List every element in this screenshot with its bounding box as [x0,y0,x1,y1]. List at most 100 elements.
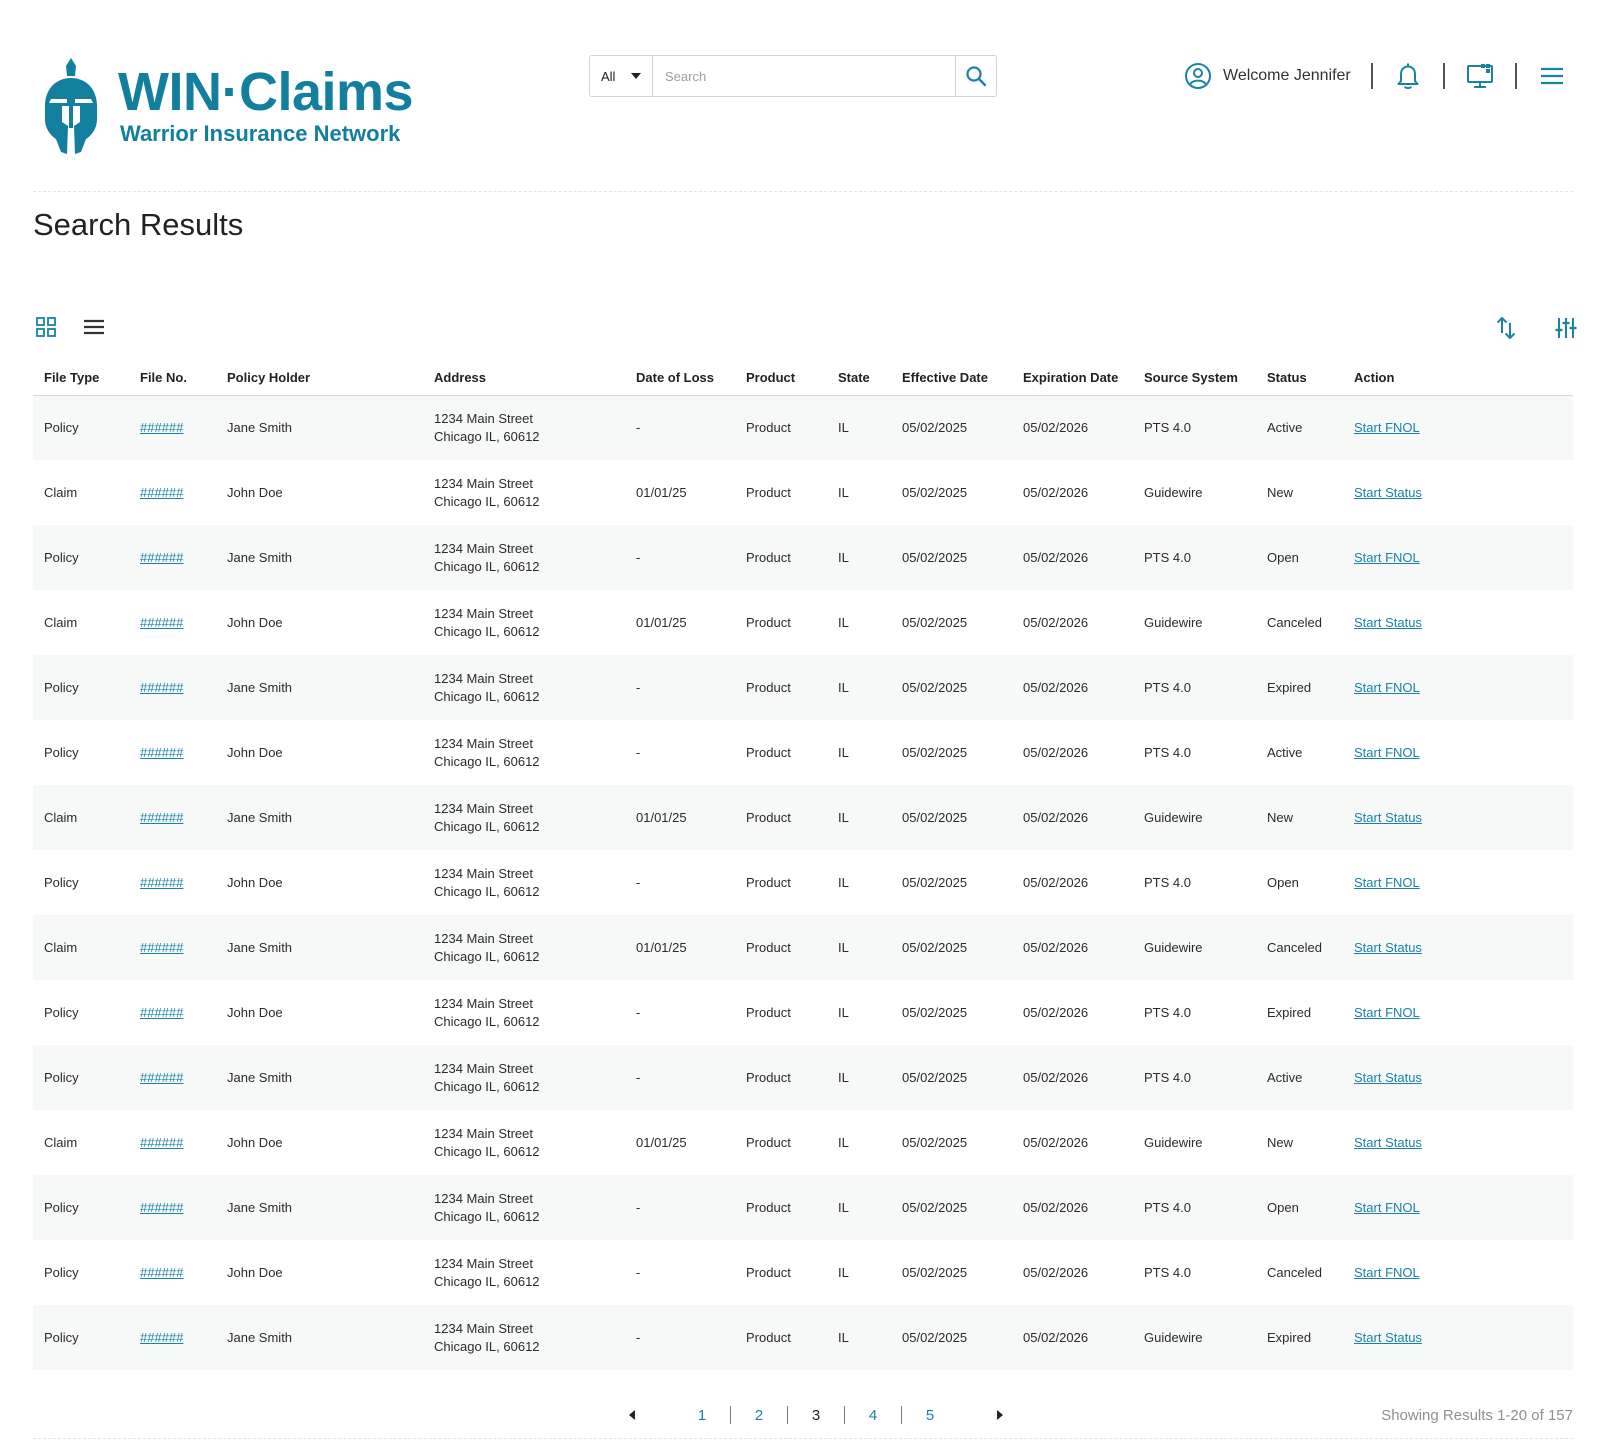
cell-file-no-link[interactable]: ###### [140,1265,183,1280]
cell-expiration-date: 05/02/2026 [1023,1069,1089,1085]
cell-effective-date: 05/02/2025 [902,874,968,890]
page-4-link[interactable]: 4 [861,1407,885,1424]
column-header-product[interactable]: Product [735,360,827,396]
results-table: File Type File No. Policy Holder Address… [33,360,1573,1370]
cell-file-no-link[interactable]: ###### [140,485,183,500]
cell-expiration-date: 05/02/2026 [1023,1134,1089,1150]
cell-policy-holder: Jane Smith [216,655,423,720]
cell-file-no-link[interactable]: ###### [140,1200,183,1215]
page-1-link[interactable]: 1 [690,1407,714,1424]
cell-file-no: ###### [129,980,216,1045]
user-profile-button[interactable] [1183,61,1213,91]
cell-action-link[interactable]: Start Status [1354,485,1422,500]
next-page-button[interactable] [988,1403,1012,1427]
cell-file-no-link[interactable]: ###### [140,550,183,565]
cell-action-link[interactable]: Start Status [1354,940,1422,955]
column-header-source-system[interactable]: Source System [1133,360,1256,396]
cell-action-link[interactable]: Start FNOL [1354,550,1420,565]
brand-subtitle: Warrior Insurance Network [120,121,401,146]
page-5-link[interactable]: 5 [918,1407,942,1424]
search-input[interactable] [653,56,955,96]
cell-product: Product [746,420,791,435]
cell-product: Product [746,874,791,890]
cell-file-no-link[interactable]: ###### [140,1005,183,1020]
cell-product: Product [746,1199,791,1215]
cell-date-of-loss: - [636,1264,641,1280]
header-separator [1442,63,1445,89]
cell-status: Expired [1256,980,1343,1045]
cell-state: IL [827,590,891,655]
cell-state: IL [838,614,849,630]
cell-source-system: PTS 4.0 [1133,395,1256,460]
brand-logo[interactable]: WIN·Claims Warrior Insurance Network [40,56,414,156]
cell-action-link[interactable]: Start FNOL [1354,875,1420,890]
cell-file-no-link[interactable]: ###### [140,1330,183,1345]
column-header-effective-date[interactable]: Effective Date [891,360,1012,396]
brand-text: WIN·Claims Warrior Insurance Network [118,56,414,146]
page-3-link[interactable]: 3 [804,1407,828,1424]
cell-action-link[interactable]: Start FNOL [1354,1005,1420,1020]
cell-action-link[interactable]: Start Status [1354,1135,1422,1150]
cell-product: Product [746,1329,791,1345]
cell-action-link[interactable]: Start FNOL [1354,1265,1420,1280]
list-view-button[interactable] [81,314,107,340]
cell-file-no-link[interactable]: ###### [140,420,183,435]
column-header-policy-holder[interactable]: Policy Holder [216,360,423,396]
table-row: Claim ###### Jane Smith 1234 Main Street Chi… [33,785,1573,850]
column-header-status[interactable]: Status [1256,360,1343,396]
cell-action-link[interactable]: Start FNOL [1354,745,1420,760]
address-line-2: Chicago IL, 60612 [434,1208,540,1224]
column-header-state[interactable]: State [827,360,891,396]
cell-action-link[interactable]: Start FNOL [1354,1200,1420,1215]
menu-icon [1540,67,1563,85]
address-line-2: Chicago IL, 60612 [434,428,540,444]
cell-file-no-link[interactable]: ###### [140,875,183,890]
cell-file-no-link[interactable]: ###### [140,680,183,695]
column-header-file-type[interactable]: File Type [33,360,129,396]
cell-action-link[interactable]: Start Status [1354,615,1422,630]
cell-action: Start FNOL [1343,720,1573,785]
cell-action-link[interactable]: Start FNOL [1354,420,1420,435]
column-header-action[interactable]: Action [1343,360,1573,396]
cell-policy-holder: Jane Smith [216,1305,423,1370]
cell-file-no-link[interactable]: ###### [140,1070,183,1085]
cell-action-link[interactable]: Start Status [1354,810,1422,825]
search-button[interactable] [955,56,996,96]
sort-button[interactable] [1492,314,1520,342]
page-2-link[interactable]: 2 [747,1407,771,1424]
cell-source-system: PTS 4.0 [1144,1069,1191,1085]
cell-source-system: PTS 4.0 [1144,679,1191,695]
cell-action-link[interactable]: Start Status [1354,1330,1422,1345]
main-menu-button[interactable] [1537,61,1567,91]
column-header-address[interactable]: Address [423,360,625,396]
desktop-apps-button[interactable] [1465,61,1495,91]
search-scope-dropdown[interactable]: All [590,56,653,96]
column-header-expiration-date[interactable]: Expiration Date [1012,360,1133,396]
cell-expiration-date: 05/02/2026 [1012,720,1133,785]
previous-page-button[interactable] [620,1403,644,1427]
cell-effective-date: 05/02/2025 [902,679,968,695]
cell-action-link[interactable]: Start Status [1354,1070,1422,1085]
cell-product: Product [746,809,791,825]
cell-file-no-link[interactable]: ###### [140,1135,183,1150]
column-header-date-of-loss[interactable]: Date of Loss [625,360,735,396]
cell-file-no-link[interactable]: ###### [140,810,183,825]
cell-state: IL [838,420,849,435]
cell-source-system: PTS 4.0 [1144,1264,1191,1280]
cell-source-system: Guidewire [1133,460,1256,525]
cell-expiration-date: 05/02/2026 [1023,484,1089,500]
caret-down-icon [631,73,642,79]
cell-action-link[interactable]: Start FNOL [1354,680,1420,695]
cell-file-no-link[interactable]: ###### [140,615,183,630]
cell-address: 1234 Main Street Chicago IL, 60612 [423,395,625,460]
column-header-file-no[interactable]: File No. [129,360,216,396]
address-line-2: Chicago IL, 60612 [434,1273,540,1289]
cell-policy-holder: John Doe [227,484,283,500]
cell-effective-date: 05/02/2025 [891,1240,1012,1305]
cell-policy-holder: Jane Smith [227,679,293,695]
filter-button[interactable] [1552,314,1580,342]
notifications-button[interactable] [1393,61,1423,91]
grid-view-button[interactable] [33,314,59,340]
cell-file-no-link[interactable]: ###### [140,745,183,760]
cell-file-no-link[interactable]: ###### [140,940,183,955]
